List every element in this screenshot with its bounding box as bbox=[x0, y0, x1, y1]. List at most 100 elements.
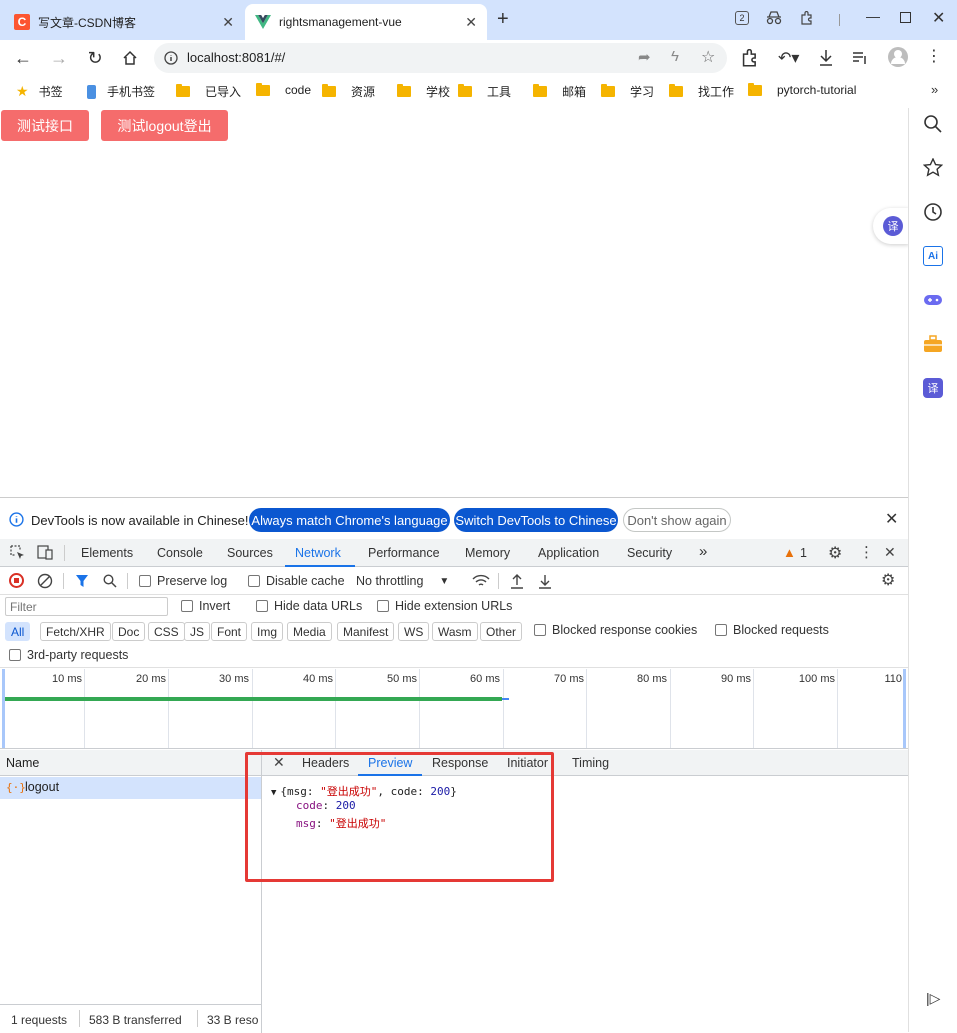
request-row[interactable]: {·} logout bbox=[0, 777, 261, 799]
gamepad-icon[interactable] bbox=[923, 290, 943, 310]
filter-ws[interactable]: WS bbox=[398, 622, 430, 641]
tab-preview[interactable]: Preview bbox=[368, 756, 412, 770]
json-preview-root[interactable]: ▼ {msg: "登出成功", code: 200} bbox=[271, 783, 457, 799]
overview-handle-right[interactable] bbox=[903, 669, 906, 748]
dont-show-again-button[interactable]: Don't show again bbox=[623, 508, 731, 532]
ai-icon[interactable]: Ai bbox=[923, 246, 943, 266]
reload-icon[interactable]: ↻ bbox=[83, 46, 107, 70]
bookmark-item[interactable]: pytorch-tutorial bbox=[748, 82, 856, 97]
bookmark-item[interactable]: 资源 bbox=[322, 83, 375, 100]
preserve-log-checkbox[interactable]: Preserve log bbox=[139, 574, 227, 588]
bookmark-item[interactable]: 学校 bbox=[397, 83, 450, 100]
minimize-icon[interactable]: — bbox=[866, 8, 880, 24]
export-har-icon[interactable] bbox=[538, 573, 552, 589]
blocked-requests-checkbox[interactable]: Blocked requests bbox=[715, 623, 829, 637]
close-banner-icon[interactable]: ✕ bbox=[885, 509, 898, 529]
test-logout-button[interactable]: 测试logout登出 bbox=[101, 110, 228, 141]
back-icon[interactable]: ← bbox=[11, 46, 35, 70]
switch-to-chinese-button[interactable]: Switch DevTools to Chinese bbox=[454, 508, 618, 532]
forward-icon[interactable]: → bbox=[47, 46, 71, 70]
filter-font[interactable]: Font bbox=[211, 622, 248, 641]
hide-extension-urls-checkbox[interactable]: Hide extension URLs bbox=[377, 599, 512, 613]
filter-input[interactable] bbox=[5, 597, 168, 616]
record-stop-icon[interactable] bbox=[9, 573, 24, 588]
bookmark-item[interactable]: 手机书签 bbox=[87, 83, 155, 100]
close-devtools-icon[interactable]: ✕ bbox=[884, 544, 896, 561]
warning-icon[interactable]: ▲ bbox=[783, 545, 796, 560]
tab-memory[interactable]: Memory bbox=[465, 546, 510, 560]
toolbox-icon[interactable] bbox=[923, 334, 943, 354]
bookmark-item[interactable]: 找工作 bbox=[669, 83, 734, 100]
tab-rightsmanagement[interactable]: rightsmanagement-vue ✕ bbox=[245, 4, 487, 40]
filter-media[interactable]: Media bbox=[287, 622, 332, 641]
bookmark-item[interactable]: 已导入 bbox=[176, 83, 241, 100]
extension-icon[interactable] bbox=[800, 11, 814, 25]
filter-css[interactable]: CSS bbox=[148, 622, 185, 641]
tab-network[interactable]: Network bbox=[295, 546, 341, 560]
blocked-response-cookies-checkbox[interactable]: Blocked response cookies bbox=[534, 623, 697, 637]
name-column-header[interactable]: Name bbox=[6, 756, 39, 770]
tab-application[interactable]: Application bbox=[538, 546, 599, 560]
throttling-select[interactable]: No throttling ▼ bbox=[356, 574, 449, 588]
bookmark-star-icon[interactable]: ☆ bbox=[701, 47, 715, 67]
favorites-star-icon[interactable] bbox=[923, 158, 943, 178]
info-icon[interactable] bbox=[164, 51, 178, 65]
tab-csdn[interactable]: C 写文章-CSDN博客 ✕ bbox=[4, 4, 244, 40]
share-icon[interactable]: ➦ bbox=[638, 48, 651, 66]
collapse-panel-icon[interactable]: |▷ bbox=[926, 990, 940, 1007]
filter-funnel-icon[interactable] bbox=[75, 574, 89, 588]
filter-wasm[interactable]: Wasm bbox=[432, 622, 478, 641]
hide-data-urls-checkbox[interactable]: Hide data URLs bbox=[256, 599, 362, 613]
invert-checkbox[interactable]: Invert bbox=[181, 599, 230, 613]
more-tabs-icon[interactable]: » bbox=[699, 543, 707, 560]
download-icon[interactable] bbox=[818, 49, 834, 67]
lightning-icon[interactable]: ϟ bbox=[671, 48, 679, 65]
incognito-icon[interactable] bbox=[765, 11, 783, 25]
close-tab-icon[interactable]: ✕ bbox=[465, 14, 477, 31]
devtools-menu-icon[interactable]: ⋮ bbox=[859, 543, 874, 561]
inspect-element-icon[interactable] bbox=[10, 545, 25, 560]
always-match-language-button[interactable]: Always match Chrome's language bbox=[249, 508, 450, 532]
avatar[interactable] bbox=[887, 46, 909, 68]
filter-fetch-xhr[interactable]: Fetch/XHR bbox=[40, 622, 111, 641]
home-icon[interactable] bbox=[122, 50, 138, 66]
clear-icon[interactable] bbox=[37, 573, 53, 589]
tab-sources[interactable]: Sources bbox=[227, 546, 273, 560]
search-icon[interactable] bbox=[103, 574, 117, 588]
translate-float[interactable]: 译 bbox=[873, 208, 909, 244]
filter-img[interactable]: Img bbox=[251, 622, 284, 641]
reading-list-icon[interactable] bbox=[852, 50, 868, 66]
bookmark-item[interactable]: code bbox=[256, 82, 311, 97]
maximize-icon[interactable] bbox=[900, 12, 911, 23]
tab-counter-icon[interactable]: 2 bbox=[735, 11, 749, 25]
menu-icon[interactable]: ⋮ bbox=[926, 46, 942, 66]
device-toolbar-icon[interactable] bbox=[37, 545, 54, 560]
bookmark-item[interactable]: 邮箱 bbox=[533, 83, 586, 100]
close-tab-icon[interactable]: ✕ bbox=[222, 14, 234, 31]
filter-doc[interactable]: Doc bbox=[112, 622, 146, 641]
disable-cache-checkbox[interactable]: Disable cache bbox=[248, 574, 345, 588]
history-clock-icon[interactable] bbox=[923, 202, 943, 222]
network-settings-gear-icon[interactable]: ⚙ bbox=[881, 570, 895, 590]
close-window-icon[interactable]: ✕ bbox=[932, 8, 945, 28]
settings-gear-icon[interactable]: ⚙ bbox=[828, 543, 842, 563]
test-api-button[interactable]: 测试接口 bbox=[1, 110, 89, 141]
tab-console[interactable]: Console bbox=[157, 546, 203, 560]
search-icon[interactable] bbox=[923, 114, 943, 134]
timeline-overview[interactable]: 10 ms 20 ms 30 ms 40 ms 50 ms 60 ms 70 m… bbox=[0, 669, 908, 749]
tab-initiator[interactable]: Initiator bbox=[507, 756, 548, 770]
import-har-icon[interactable] bbox=[510, 573, 524, 589]
tab-timing[interactable]: Timing bbox=[572, 756, 609, 770]
filter-all[interactable]: All bbox=[5, 622, 31, 641]
overview-handle-left[interactable] bbox=[2, 669, 5, 748]
bookmark-item[interactable]: 学习 bbox=[601, 83, 654, 100]
undo-icon[interactable]: ↶▾ bbox=[778, 48, 799, 68]
warning-count[interactable]: 1 bbox=[800, 546, 807, 560]
new-tab-button[interactable]: + bbox=[497, 8, 509, 31]
bookmark-item[interactable]: ★ 书签 bbox=[16, 83, 63, 100]
extensions-icon[interactable] bbox=[741, 49, 759, 67]
bookmark-item[interactable]: 工具 bbox=[458, 83, 511, 100]
tab-response[interactable]: Response bbox=[432, 756, 488, 770]
tab-performance[interactable]: Performance bbox=[368, 546, 440, 560]
tab-security[interactable]: Security bbox=[627, 546, 672, 560]
